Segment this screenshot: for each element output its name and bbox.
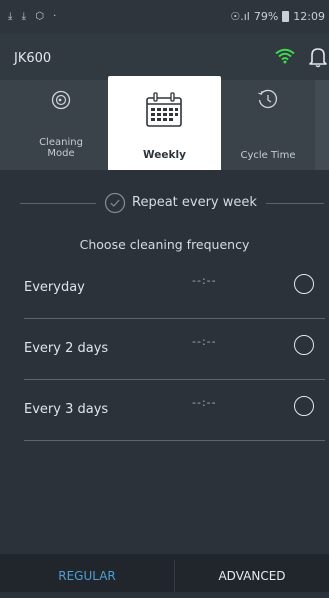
bell-icon[interactable] <box>309 46 327 72</box>
tab-cycle-time[interactable]: Cycle Time <box>221 80 315 170</box>
wifi-icon[interactable] <box>275 48 295 68</box>
row-divider <box>24 440 325 441</box>
frequency-name: Every 3 days <box>24 402 109 417</box>
tab-weekly[interactable]: Weekly <box>108 76 221 170</box>
battery-icon <box>282 11 290 22</box>
app-bar: JK600 <box>0 34 329 80</box>
frequency-radio[interactable] <box>294 335 314 355</box>
cycle-time-icon <box>257 89 279 114</box>
divider-right <box>266 203 324 204</box>
frequency-time: --:-- <box>192 335 217 348</box>
frequency-name: Every 2 days <box>24 341 109 356</box>
divider-left <box>20 203 96 204</box>
tab-cycle-time-label: Cycle Time <box>240 150 296 161</box>
choose-frequency-label: Choose cleaning frequency <box>79 237 250 252</box>
mode-tabs: Cleaning Mode Weekly Cycle Time <box>0 76 329 170</box>
repeat-weekly-row[interactable]: Repeat every week <box>0 188 329 218</box>
repeat-check-icon[interactable] <box>104 192 126 218</box>
clock: 12:09 <box>293 10 325 23</box>
frequency-time: --:-- <box>192 396 217 409</box>
device-title: JK600 <box>14 51 52 66</box>
repeat-label: Repeat every week <box>132 195 257 210</box>
status-bar: ⤓ ⤓ ⬡ · ☉.ıl 79% 12:09 <box>0 0 329 34</box>
list-item[interactable]: Everyday --:-- <box>0 258 329 319</box>
tab-cleaning-mode[interactable]: Cleaning Mode <box>14 80 108 170</box>
frequency-time: --:-- <box>192 274 217 287</box>
list-item[interactable]: Every 2 days --:-- <box>0 319 329 380</box>
tab-scroll-edge <box>315 80 329 170</box>
battery-percent: 79% <box>253 10 279 23</box>
frequency-radio[interactable] <box>294 274 314 294</box>
bottom-nav: REGULAR ADVANCED <box>0 554 329 592</box>
cleaning-mode-icon <box>51 90 71 113</box>
frequency-radio[interactable] <box>294 396 314 416</box>
signal-icon: ☉.ıl <box>230 10 250 23</box>
list-item[interactable]: Every 3 days --:-- <box>0 380 329 441</box>
frequency-name: Everyday <box>24 280 85 295</box>
status-right: ☉.ıl 79% 12:09 <box>230 10 325 23</box>
notification-icons: ⤓ ⤓ ⬡ · <box>8 11 60 22</box>
tab-cleaning-mode-label: Cleaning Mode <box>39 137 83 159</box>
tab-weekly-label: Weekly <box>143 149 186 161</box>
nav-regular-button[interactable]: REGULAR <box>0 554 174 592</box>
nav-advanced-button[interactable]: ADVANCED <box>175 554 329 592</box>
calendar-icon <box>145 92 183 131</box>
